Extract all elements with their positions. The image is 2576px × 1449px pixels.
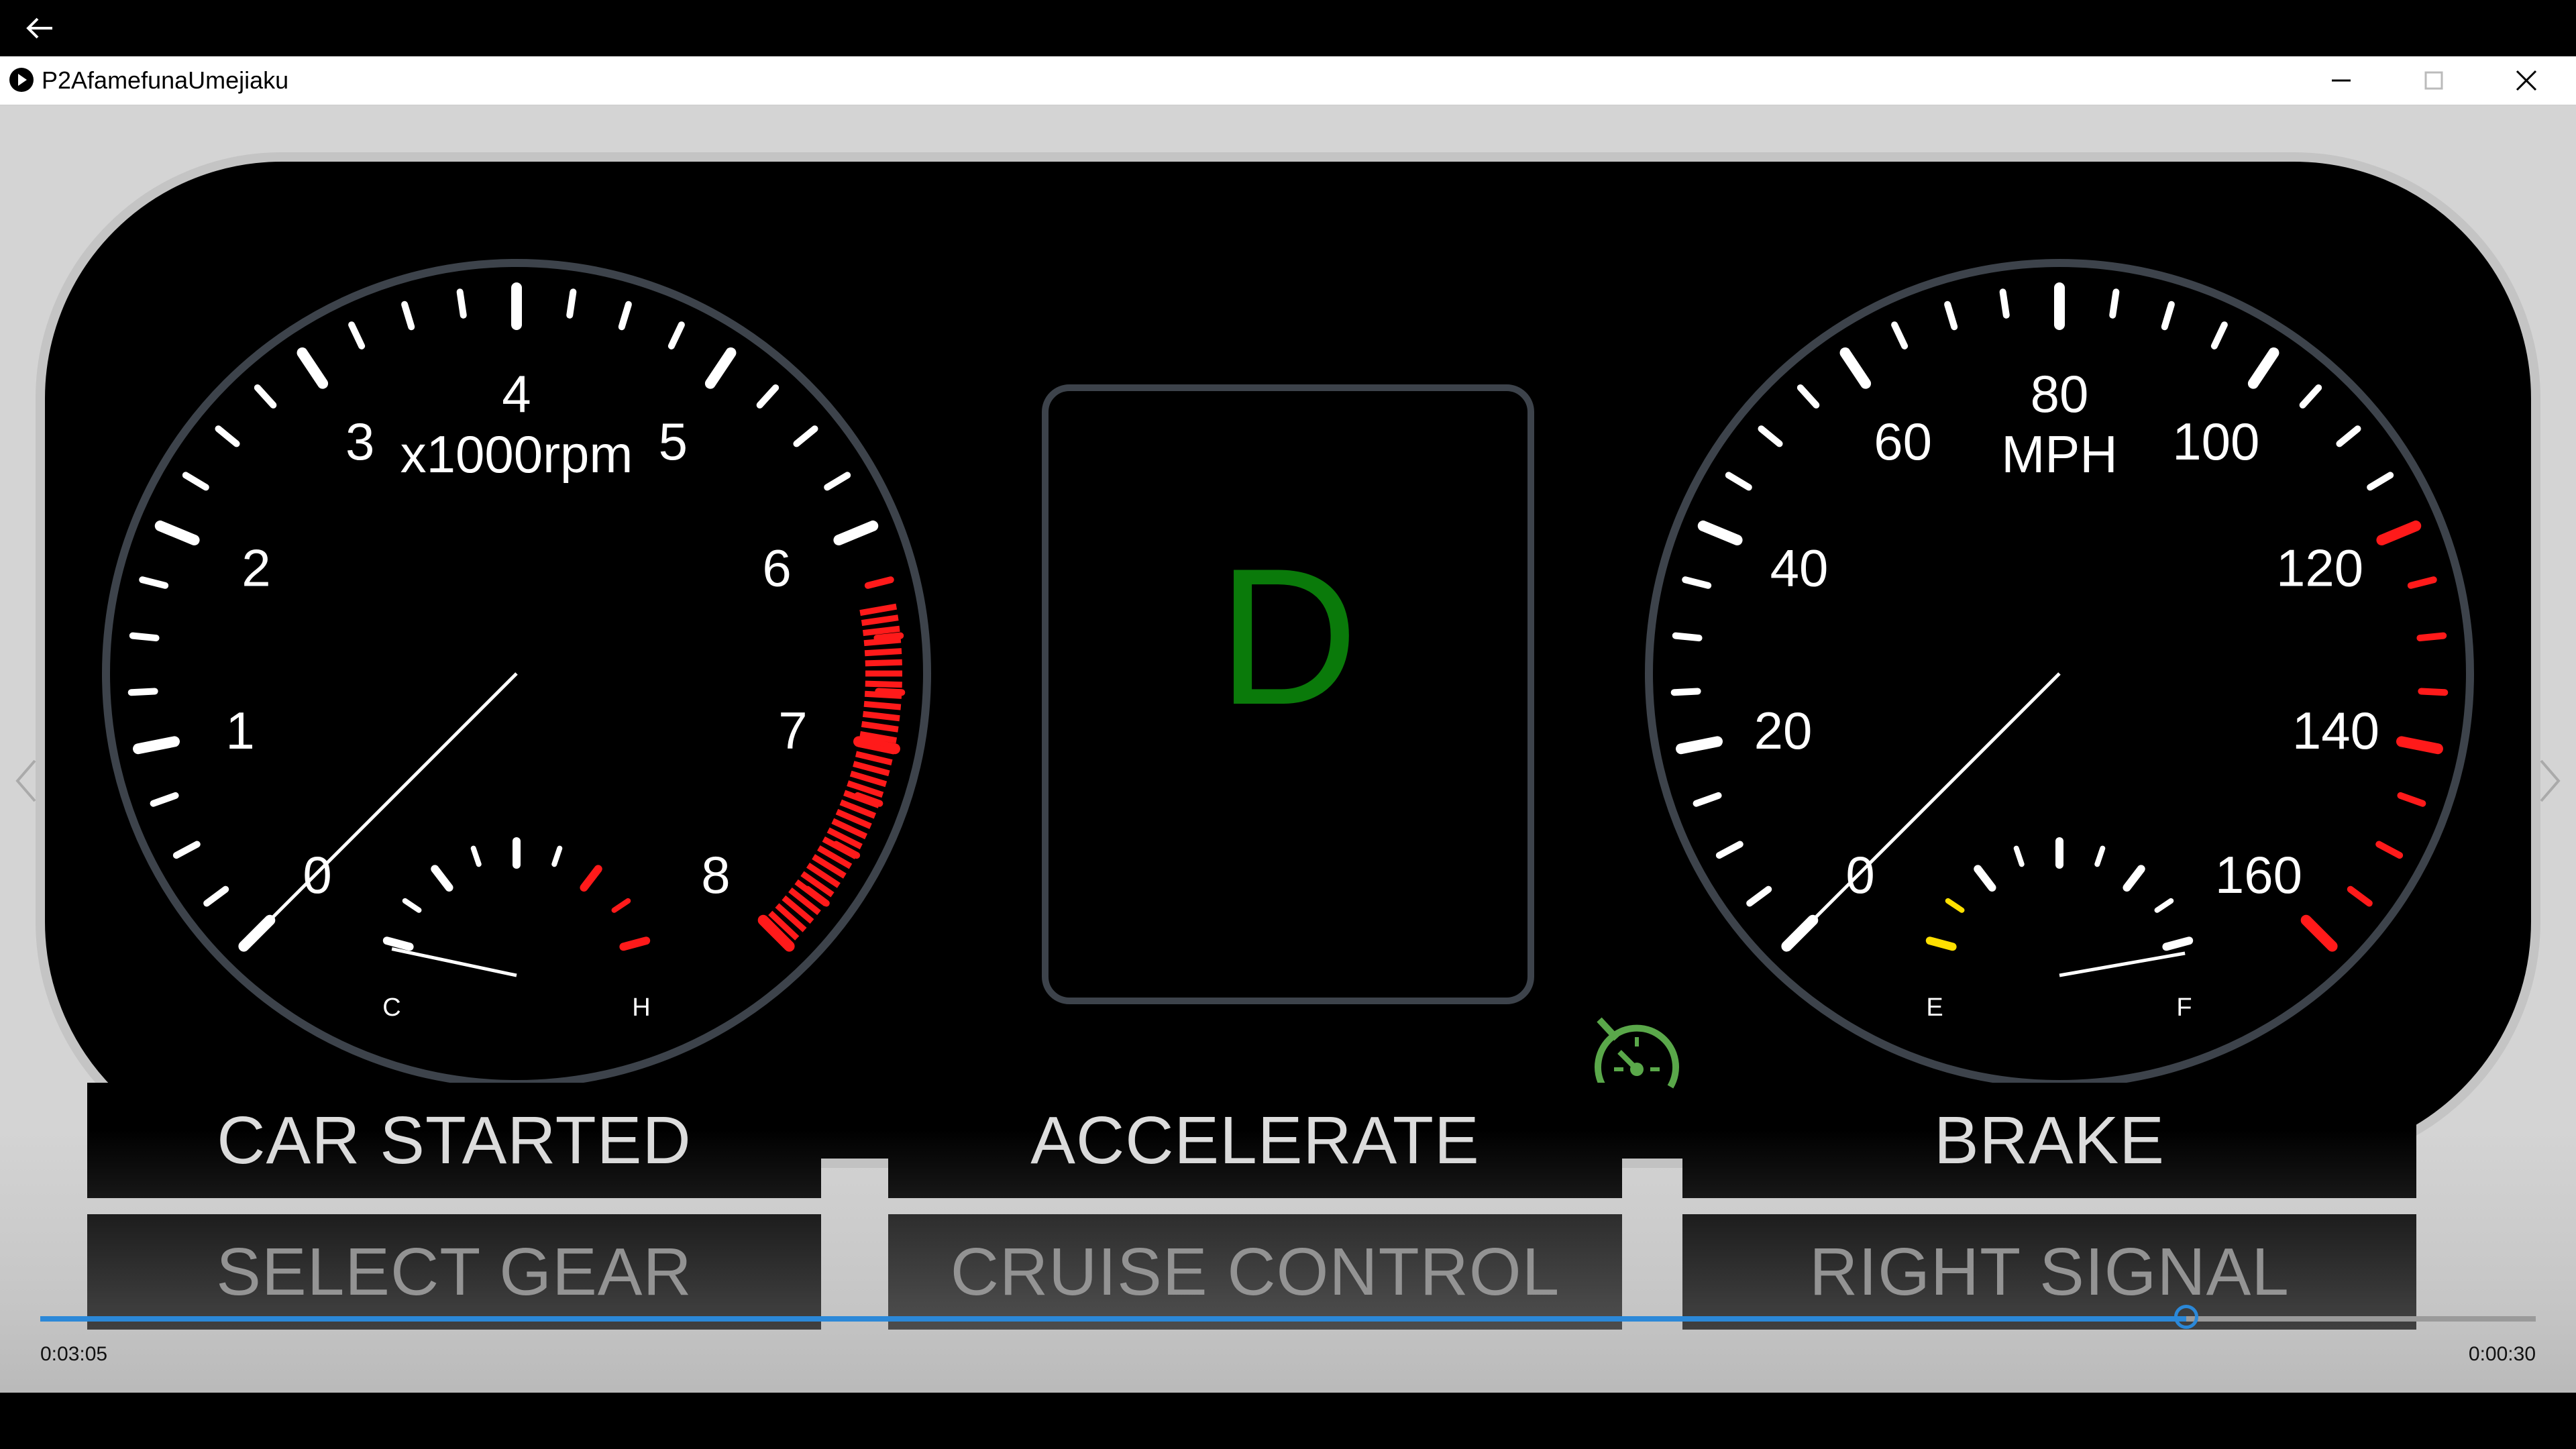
gauge-tick [1672,632,1703,642]
sub-gauge-low-label: C [382,994,400,1022]
remaining-time: 0:00:30 [2468,1343,2536,1365]
seek-progress [40,1316,2187,1322]
redline-tick [862,710,900,722]
previous-arrow-icon[interactable] [9,754,43,808]
gauge-tick-label: 120 [2276,538,2363,597]
maximize-icon [2424,71,2443,90]
right-signal-button[interactable]: RIGHT SIGNAL [1682,1214,2416,1330]
dashboard: 012345678x1000rpmCH 02040608010012014016… [0,105,2576,1393]
minimize-icon [2332,79,2351,82]
redline-tick [863,637,902,647]
gauge-tick-label: 5 [659,412,688,471]
maximize-button[interactable] [2387,56,2481,105]
seek-bar[interactable] [40,1305,2536,1329]
minimize-button[interactable] [2294,56,2388,105]
redline-tick [863,700,902,710]
gauge-tick [133,736,180,755]
app-window: P2AfamefunaUmejiaku 012345678x1000rpmCH … [0,56,2576,1393]
gear-indicator: D [1218,528,1358,745]
back-arrow-icon [26,17,52,39]
gauge-tick [1676,736,1723,755]
cruise-control-button[interactable]: CRUISE CONTROL [888,1214,1622,1330]
gauge-tick-label: 80 [2031,364,2089,423]
gauge-tick [1670,688,1701,696]
sub-gauge-high-label: H [632,994,650,1022]
gauge-tick-label: 3 [345,412,374,471]
gauge-tick-label: 6 [762,538,791,597]
gauge-tick-label: 2 [241,538,270,597]
gauge-tick-label: 100 [2172,412,2259,471]
select-gear-button[interactable]: SELECT GEAR [87,1214,821,1330]
system-bottom-bar [0,1393,2576,1449]
car-started-button[interactable]: CAR STARTED [87,1083,821,1198]
redline-tick [864,690,902,699]
redline-tick [865,659,902,667]
close-button[interactable] [2479,56,2573,105]
gauge-tick-label: 4 [502,364,531,423]
gauge-tick-label: 20 [1754,701,1813,760]
close-icon [2516,70,2537,91]
gauge-tick-label: 160 [2215,845,2302,904]
instrument-cluster: 012345678x1000rpmCH 02040608010012014016… [36,152,2540,1168]
gauge-tick [2396,736,2443,755]
gauge-tick-label: 40 [1770,538,1829,597]
gauge-tick [1999,288,2010,319]
gauge-tick-label: 8 [701,845,730,904]
current-time: 0:03:05 [40,1343,108,1365]
gauge-tick [2109,288,2120,319]
redline-tick [862,625,900,637]
accelerate-button[interactable]: ACCELERATE [888,1083,1622,1198]
brake-button[interactable]: BRAKE [1682,1083,2416,1198]
window-title: P2AfamefunaUmejiaku [42,66,289,94]
title-bar: P2AfamefunaUmejiaku [0,56,2576,105]
redline-tick [864,648,902,657]
gauge-unit-label: x1000rpm [400,425,633,484]
gauge-tick-label: 7 [778,701,807,760]
media-player-icon [9,68,34,92]
gauge-tick [456,288,467,319]
sub-gauge-low-label: E [1926,994,1943,1022]
system-top-bar [0,0,2576,56]
gauge-unit-label: MPH [2001,425,2117,484]
gauge-tick-label: 60 [1874,412,1932,471]
gauge-tick [566,288,577,319]
gauge-tick [127,688,158,696]
gauge-tick [129,632,160,642]
next-arrow-icon[interactable] [2533,754,2567,808]
sub-gauge-high-label: F [2176,994,2192,1022]
gauge-tick [2416,632,2447,642]
seek-thumb[interactable] [2174,1305,2199,1329]
gauge-tick-label: 1 [225,701,254,760]
back-button[interactable] [13,8,67,48]
gauge-tick-label: 140 [2292,701,2379,760]
gauge-tick [2418,688,2449,696]
redline-tick [865,680,902,688]
